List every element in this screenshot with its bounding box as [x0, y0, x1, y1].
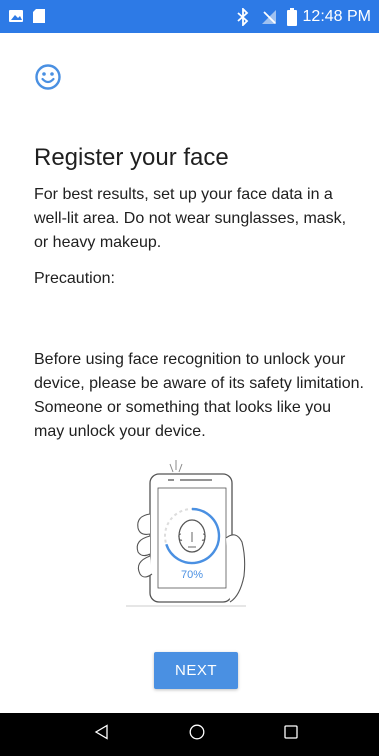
smiley-face-icon — [34, 63, 62, 91]
bluetooth-icon — [236, 8, 249, 26]
instructions-text: For best results, set up your face data … — [34, 186, 347, 251]
home-button[interactable] — [167, 713, 227, 756]
back-icon — [94, 724, 110, 745]
next-button[interactable]: NEXT — [154, 652, 238, 689]
home-icon — [189, 724, 205, 745]
precaution-text: Before using face recognition to unlock … — [34, 351, 364, 440]
status-time: 12:48 PM — [302, 8, 371, 25]
precaution-label: Precaution: — [34, 270, 115, 287]
status-right-icons: 12:48 PM — [236, 6, 371, 28]
face-scan-illustration: 70% — [126, 458, 246, 608]
status-bar: 12:48 PM — [0, 0, 379, 33]
recents-icon — [283, 724, 299, 745]
status-left-icons — [8, 8, 46, 26]
sd-card-icon — [32, 8, 46, 26]
page-title: Register your face — [34, 144, 229, 171]
recents-button[interactable] — [261, 713, 321, 756]
progress-percent-label: 70% — [181, 569, 203, 581]
battery-icon — [286, 8, 297, 26]
no-signal-icon — [261, 9, 277, 25]
back-button[interactable] — [72, 713, 132, 756]
image-icon — [8, 8, 24, 26]
navigation-bar — [0, 713, 379, 756]
